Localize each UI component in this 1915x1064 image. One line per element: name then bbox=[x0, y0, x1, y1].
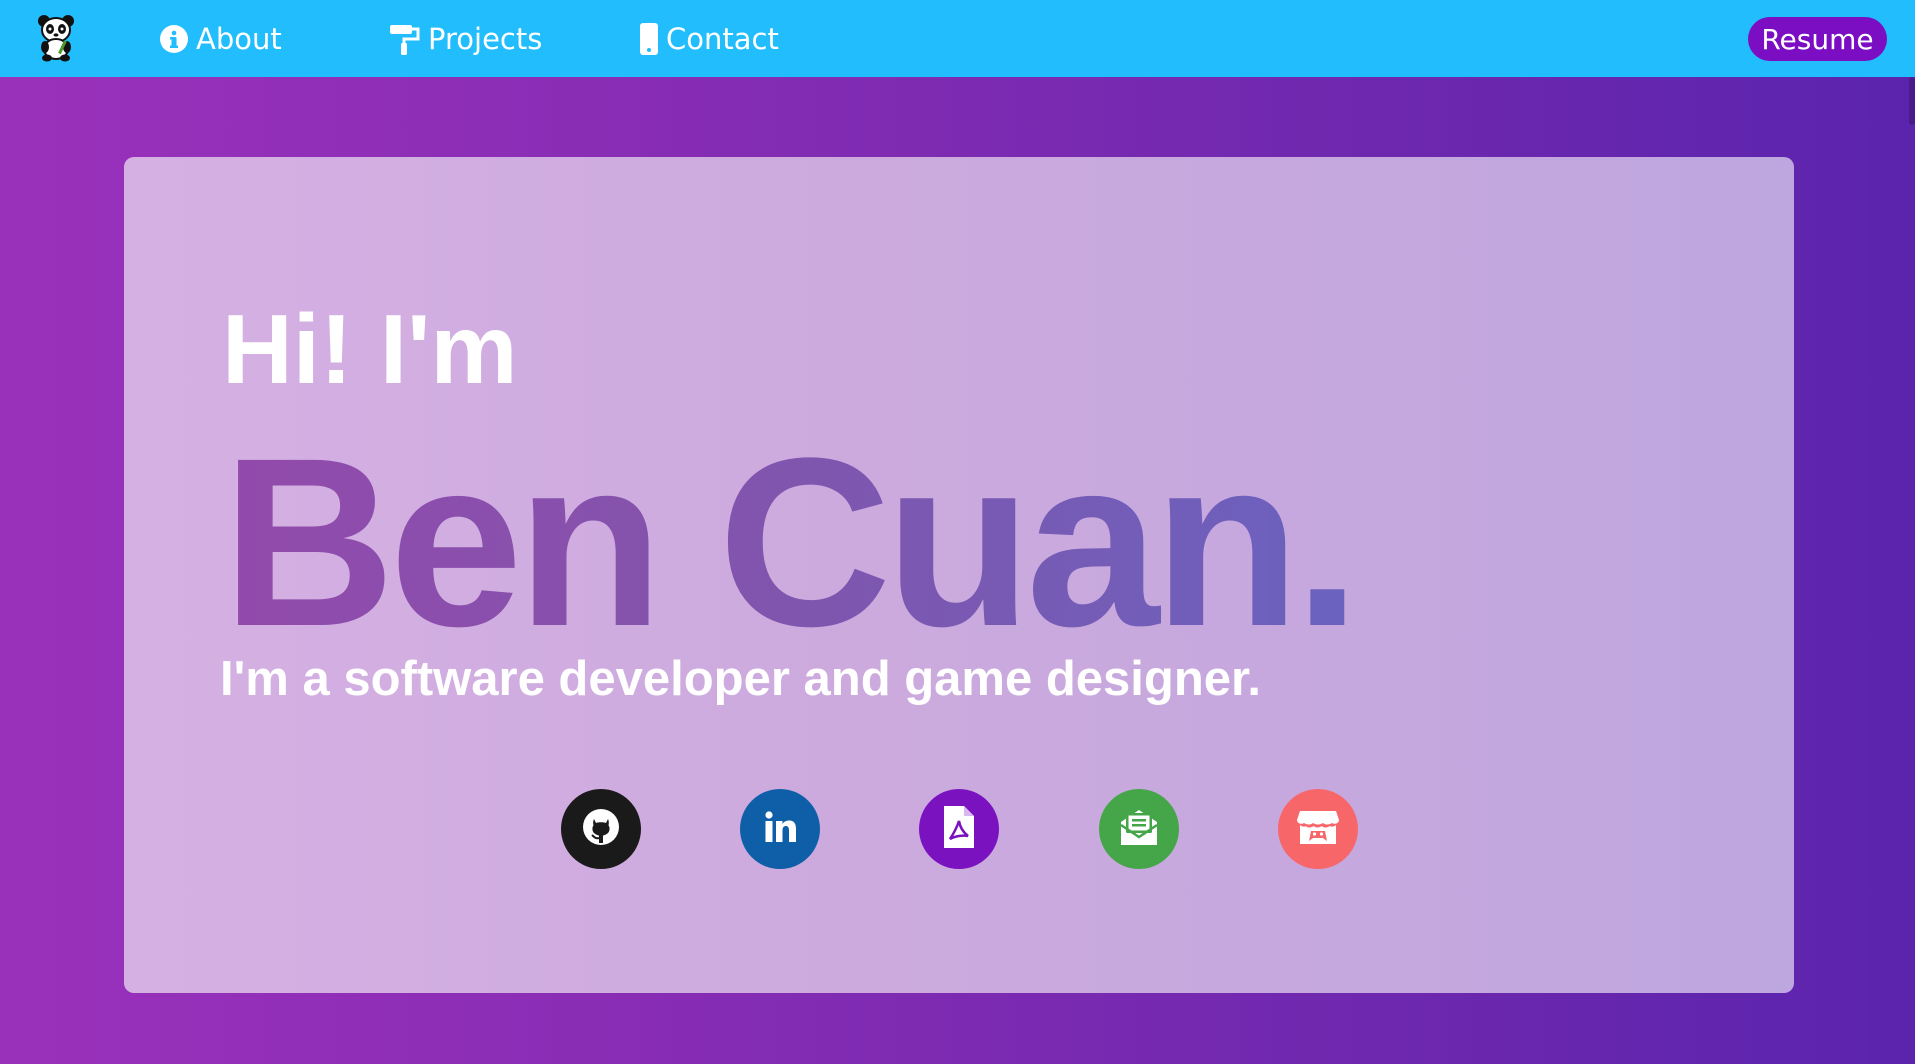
linkedin-button[interactable] bbox=[740, 789, 820, 869]
nav-link-label: Projects bbox=[428, 21, 543, 56]
nav-link-label: About bbox=[196, 21, 282, 56]
nav-link-label: Contact bbox=[666, 21, 779, 56]
nav-link-contact[interactable]: Contact bbox=[640, 0, 779, 77]
resume-pdf-button[interactable] bbox=[919, 789, 999, 869]
itch-io-icon bbox=[1296, 807, 1340, 852]
social-links bbox=[124, 789, 1794, 869]
email-button[interactable] bbox=[1099, 789, 1179, 869]
hero-tagline: I'm a software developer and game design… bbox=[220, 652, 1262, 706]
panda-icon[interactable] bbox=[32, 12, 82, 62]
itch-io-button[interactable] bbox=[1278, 789, 1358, 869]
resume-button[interactable]: Resume bbox=[1748, 17, 1887, 61]
nav-link-about[interactable]: About bbox=[160, 0, 282, 77]
nav-link-projects[interactable]: Projects bbox=[390, 0, 542, 77]
hero-greeting: Hi! I'm bbox=[222, 294, 518, 404]
paint-roller-icon bbox=[390, 23, 420, 55]
mail-open-icon bbox=[1117, 807, 1161, 852]
github-icon bbox=[581, 807, 621, 852]
scrollbar-thumb[interactable] bbox=[1909, 77, 1915, 125]
navbar: About Projects Contact Resume bbox=[0, 0, 1915, 77]
hero-card: Hi! I'm Ben Cuan. I'm a software develop… bbox=[124, 157, 1794, 993]
hero-name: Ben Cuan. bbox=[222, 408, 1361, 676]
mobile-phone-icon bbox=[640, 22, 658, 55]
linkedin-icon bbox=[760, 807, 800, 852]
github-button[interactable] bbox=[561, 789, 641, 869]
info-icon bbox=[160, 24, 188, 53]
pdf-file-icon bbox=[942, 805, 976, 853]
